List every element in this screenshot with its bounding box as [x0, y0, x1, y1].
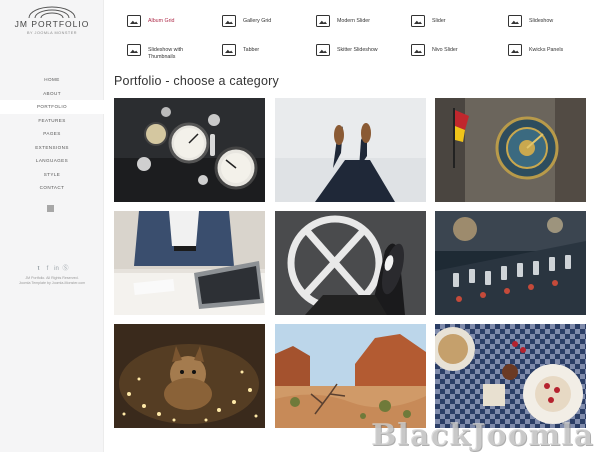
category-label: Kwicks Panels: [529, 47, 564, 53]
menu-item-languages[interactable]: LANGUAGES: [0, 154, 104, 168]
slider-icon: [411, 15, 425, 27]
gallery-item-audio-mixer[interactable]: [435, 211, 586, 315]
gallery-item-shoes-on-road[interactable]: [275, 211, 426, 315]
gallery-item-clock-tower[interactable]: [435, 98, 586, 202]
category-slideshow[interactable]: Slideshow: [508, 15, 553, 27]
category-tabber[interactable]: Tabber: [222, 44, 259, 56]
gallery-item-dog-with-lights[interactable]: [114, 324, 265, 428]
menu-item-style[interactable]: STYLE: [0, 168, 104, 182]
watermark: BlackJoomla: [370, 418, 594, 452]
copyright: JM Portfolio. All Rights Reserved. Jooml…: [0, 276, 104, 286]
food-table-image: [435, 324, 586, 428]
category-skitter-slideshow[interactable]: Skitter Slideshow: [316, 44, 378, 56]
slideshow-thumbnails-icon: [127, 44, 141, 56]
category-label: Modern Slider: [337, 18, 370, 24]
menu-item-features[interactable]: FEATURES: [0, 114, 104, 128]
category-label: Slider: [432, 18, 446, 24]
menu-item-pages[interactable]: PAGES: [0, 127, 104, 141]
category-label: Slideshow with Thumbnails: [148, 47, 184, 60]
menu-item-contact[interactable]: CONTACT: [0, 181, 104, 195]
audio-mixer-image: [435, 211, 586, 315]
gallery-item-feet-on-snow[interactable]: [275, 98, 426, 202]
category-label: Album Grid: [148, 18, 175, 24]
category-slider[interactable]: Slider: [411, 15, 446, 27]
page-title: Portfolio - choose a category: [114, 74, 279, 88]
gallery-item-food-table[interactable]: [435, 324, 586, 428]
menu-item-home[interactable]: HOME: [0, 73, 104, 87]
shoes-on-road-image: [275, 211, 426, 315]
kwicks-panels-icon: [508, 44, 522, 56]
gallery-grid-icon: [222, 15, 236, 27]
category-kwicks-panels[interactable]: Kwicks Panels: [508, 44, 563, 56]
menu-item-about[interactable]: ABOUT: [0, 87, 104, 101]
album-grid-icon: [127, 15, 141, 27]
category-label: Skitter Slideshow: [337, 47, 378, 53]
category-label: Gallery Grid: [243, 18, 272, 24]
menu-item-extensions[interactable]: EXTENSIONS: [0, 141, 104, 155]
linkedin-icon[interactable]: in: [52, 266, 61, 272]
gallery-item-desert[interactable]: [275, 324, 426, 428]
gallery-item-man-with-laptop[interactable]: [114, 211, 265, 315]
feet-on-snow-image: [275, 98, 426, 202]
category-nivo-slider[interactable]: Nivo Slider: [411, 44, 458, 56]
logo-arcs-icon: [28, 6, 76, 18]
category-modern-slider[interactable]: Modern Slider: [316, 15, 370, 27]
logo[interactable]: JM PORTFOLIO BY JOOMLA MONSTER: [0, 6, 104, 35]
desert-image: [275, 324, 426, 428]
logo-subtitle: BY JOOMLA MONSTER: [27, 31, 77, 35]
slideshow-icon: [508, 15, 522, 27]
twitter-icon[interactable]: 𝐭: [34, 266, 43, 273]
category-album-grid[interactable]: Album Grid: [127, 15, 175, 27]
category-label: Tabber: [243, 47, 260, 53]
copyright-line2: Joomla Template by Joomla-Monster.com: [18, 281, 86, 285]
car-dashboard-image: [114, 98, 265, 202]
category-label: Slideshow: [529, 18, 554, 24]
nivo-slider-icon: [411, 44, 425, 56]
clock-tower-image: [435, 98, 586, 202]
modern-slider-icon: [316, 15, 330, 27]
category-gallery-grid[interactable]: Gallery Grid: [222, 15, 271, 27]
category-slideshow-with-thumbnails[interactable]: Slideshow with Thumbnails: [127, 44, 196, 60]
skitter-slideshow-icon: [316, 44, 330, 56]
tabber-icon: [222, 44, 236, 56]
sidebar: JM PORTFOLIO BY JOOMLA MONSTER HOME ABOU…: [0, 0, 104, 452]
gallery-item-car-dashboard[interactable]: [114, 98, 265, 202]
facebook-icon[interactable]: f: [43, 266, 52, 272]
skype-icon[interactable]: Ⓢ: [61, 263, 70, 272]
main-menu: HOME ABOUT PORTFOLIO FEATURES PAGES EXTE…: [0, 73, 104, 195]
style-switcher-icon[interactable]: [47, 205, 54, 212]
social-links: 𝐭 f in Ⓢ: [0, 263, 104, 273]
logo-title: JM PORTFOLIO: [14, 19, 90, 29]
man-with-laptop-image: [114, 211, 265, 315]
dog-with-lights-image: [114, 324, 265, 428]
menu-item-portfolio[interactable]: PORTFOLIO: [0, 100, 104, 114]
category-label: Nivo Slider: [432, 47, 458, 53]
